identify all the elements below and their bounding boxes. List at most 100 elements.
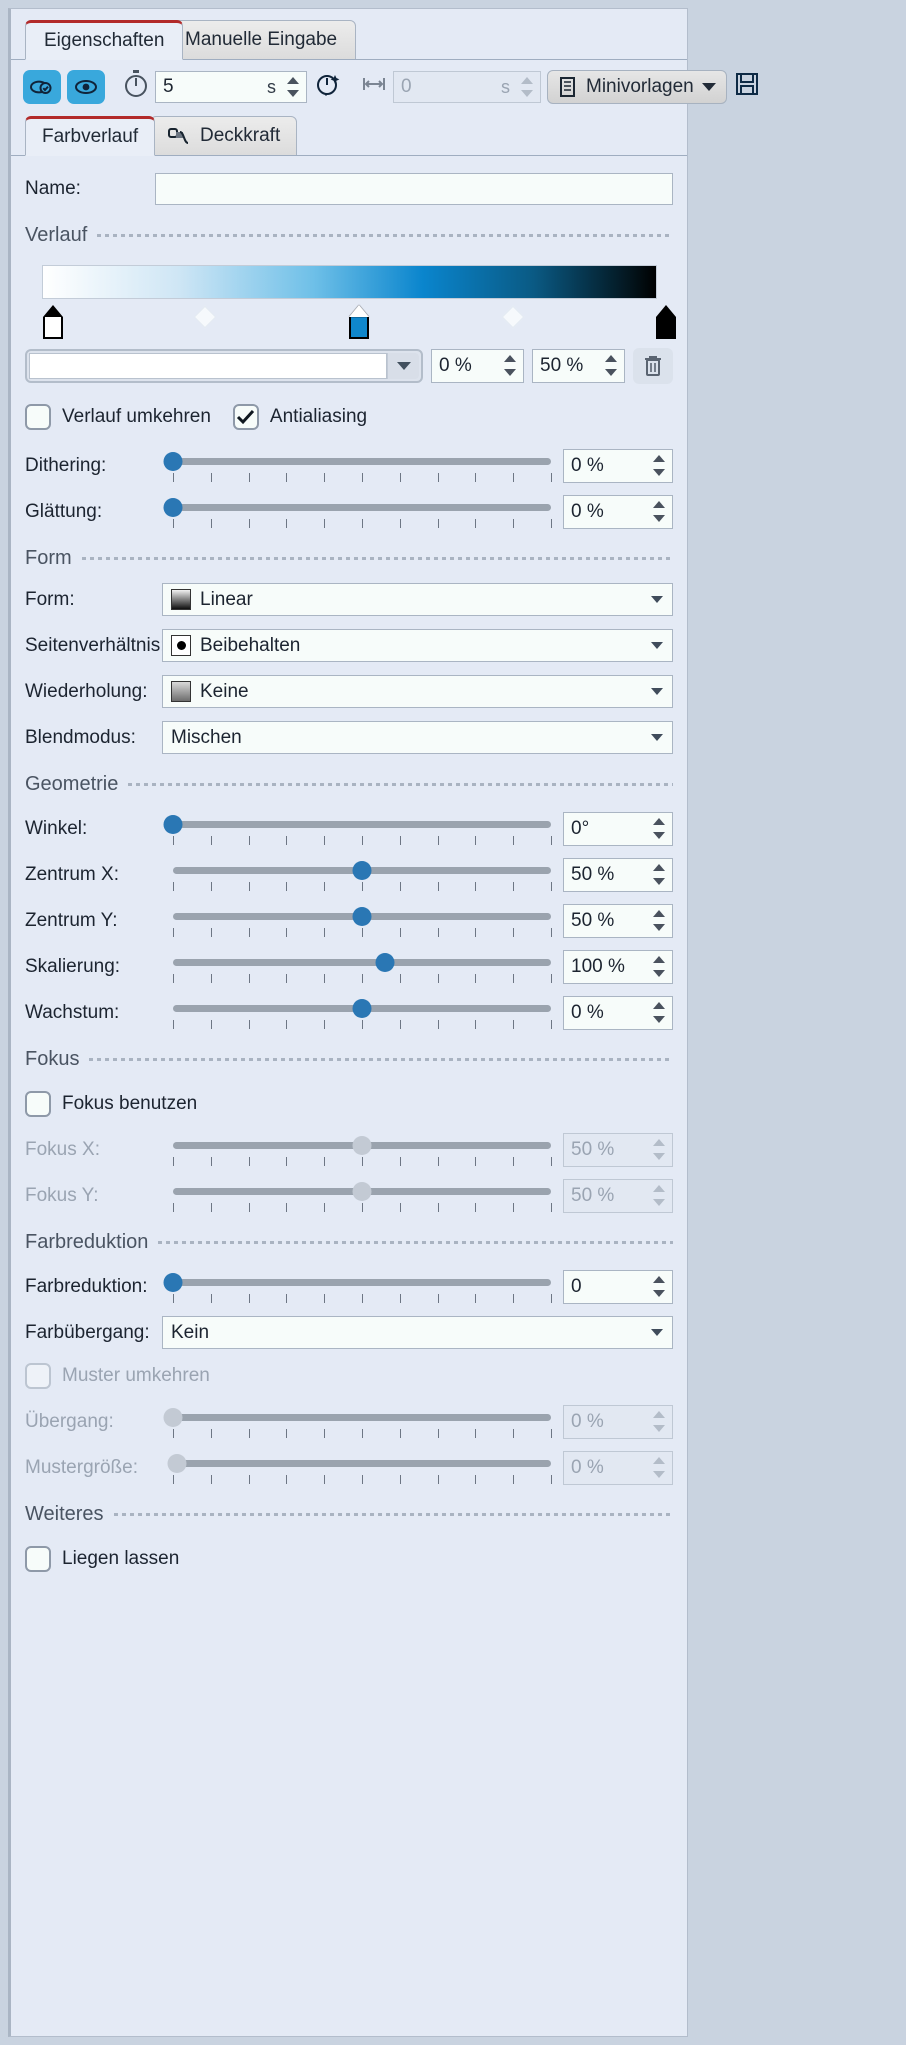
stepper-up-icon[interactable] bbox=[653, 864, 665, 871]
stepper[interactable] bbox=[651, 861, 667, 889]
stop-position-stepper[interactable] bbox=[502, 352, 518, 380]
stepper[interactable] bbox=[651, 1408, 667, 1436]
slider-knob[interactable] bbox=[353, 907, 372, 926]
chevron-down-icon[interactable] bbox=[651, 688, 663, 695]
delay-stepper[interactable] bbox=[519, 74, 535, 100]
stepper-down-icon[interactable] bbox=[521, 90, 533, 97]
slider-fokus-x-spinbox[interactable]: 50 % bbox=[563, 1133, 673, 1167]
stepper-down-icon[interactable] bbox=[653, 832, 665, 839]
duration-stepper[interactable] bbox=[285, 74, 301, 100]
slider-knob[interactable] bbox=[164, 1408, 183, 1427]
slider-glaettung-spinbox[interactable]: 0 % bbox=[563, 495, 673, 529]
checkbox-box[interactable] bbox=[25, 1363, 51, 1389]
checkbox-box[interactable] bbox=[25, 1091, 51, 1117]
stepper-down-icon[interactable] bbox=[653, 970, 665, 977]
dropdown-form[interactable]: Linear bbox=[162, 583, 673, 616]
midpoint-position-stepper[interactable] bbox=[603, 352, 619, 380]
slider-fokus-y[interactable] bbox=[173, 1179, 551, 1213]
stepper-up-icon[interactable] bbox=[653, 1139, 665, 1146]
slider-dithering[interactable] bbox=[173, 449, 551, 483]
slider-knob[interactable] bbox=[164, 815, 183, 834]
stepper-up-icon[interactable] bbox=[504, 355, 516, 362]
stepper-up-icon[interactable] bbox=[653, 455, 665, 462]
slider-skalierung[interactable] bbox=[173, 950, 551, 984]
slider-track[interactable] bbox=[173, 959, 551, 966]
slider-track[interactable] bbox=[173, 458, 551, 465]
slider-track[interactable] bbox=[173, 1414, 551, 1421]
tab-farbverlauf[interactable]: Farbverlauf bbox=[25, 116, 155, 156]
slider-fokus-y-spinbox[interactable]: 50 % bbox=[563, 1179, 673, 1213]
stepper-up-icon[interactable] bbox=[521, 77, 533, 84]
stepper[interactable] bbox=[651, 907, 667, 935]
slider-knob[interactable] bbox=[353, 999, 372, 1018]
stepper[interactable] bbox=[651, 1454, 667, 1482]
stop-color-combo-dropdown[interactable] bbox=[387, 353, 419, 379]
chevron-down-icon[interactable] bbox=[651, 1329, 663, 1336]
chevron-down-icon[interactable] bbox=[651, 642, 663, 649]
dropdown-blendmodus[interactable]: Mischen bbox=[162, 721, 673, 754]
stepper[interactable] bbox=[651, 815, 667, 843]
stepper-up-icon[interactable] bbox=[653, 1002, 665, 1009]
stepper-up-icon[interactable] bbox=[653, 910, 665, 917]
slider-wachstum[interactable] bbox=[173, 996, 551, 1030]
stepper[interactable] bbox=[651, 1136, 667, 1164]
stepper-up-icon[interactable] bbox=[653, 818, 665, 825]
checkbox-antialiasing[interactable]: Antialiasing bbox=[233, 404, 367, 430]
slider-track[interactable] bbox=[173, 1279, 551, 1286]
slider-farbreduktion-spinbox[interactable]: 0 bbox=[563, 1270, 673, 1304]
slider-knob[interactable] bbox=[353, 1136, 372, 1155]
slider-glaettung[interactable] bbox=[173, 495, 551, 529]
slider-knob[interactable] bbox=[353, 1182, 372, 1201]
name-input[interactable] bbox=[155, 173, 673, 205]
slider-zentrum-x[interactable] bbox=[173, 858, 551, 892]
slider-dithering-spinbox[interactable]: 0 % bbox=[563, 449, 673, 483]
slider-farbreduktion[interactable] bbox=[173, 1270, 551, 1304]
slider-knob[interactable] bbox=[164, 1273, 183, 1292]
chevron-down-icon[interactable] bbox=[651, 734, 663, 741]
eye-check-icon[interactable] bbox=[23, 70, 61, 104]
slider-knob[interactable] bbox=[375, 953, 394, 972]
clock-sparkle-icon[interactable] bbox=[313, 69, 343, 105]
tab-manuelle-eingabe[interactable]: Manuelle Eingabe bbox=[166, 20, 356, 60]
eye-icon[interactable] bbox=[67, 70, 105, 104]
slider-zentrum-y[interactable] bbox=[173, 904, 551, 938]
stepper-down-icon[interactable] bbox=[287, 90, 299, 97]
stepper-down-icon[interactable] bbox=[504, 369, 516, 376]
stepper-up-icon[interactable] bbox=[653, 1276, 665, 1283]
stepper-up-icon[interactable] bbox=[653, 1457, 665, 1464]
stepper-down-icon[interactable] bbox=[653, 469, 665, 476]
slider-mustergroesse-spinbox[interactable]: 0 % bbox=[563, 1451, 673, 1485]
stop-color-combo[interactable] bbox=[25, 349, 423, 383]
slider-uebergang[interactable] bbox=[173, 1405, 551, 1439]
slider-knob[interactable] bbox=[167, 1454, 186, 1473]
gradient-preview-bar[interactable] bbox=[42, 265, 657, 299]
stepper-down-icon[interactable] bbox=[653, 1471, 665, 1478]
stepper-up-icon[interactable] bbox=[653, 1185, 665, 1192]
checkbox-box[interactable] bbox=[233, 404, 259, 430]
stepper[interactable] bbox=[651, 1182, 667, 1210]
slider-knob[interactable] bbox=[353, 861, 372, 880]
gradient-editor[interactable] bbox=[25, 265, 673, 343]
midpoint-position-spinbox[interactable]: 50 % bbox=[532, 349, 625, 383]
checkbox-liegen-lassen[interactable]: Liegen lassen bbox=[25, 1546, 179, 1572]
checkbox-box[interactable] bbox=[25, 1546, 51, 1572]
slider-zentrum-x-spinbox[interactable]: 50 % bbox=[563, 858, 673, 892]
dropdown-seitenverhaeltnis[interactable]: Beibehalten bbox=[162, 629, 673, 662]
stepper[interactable] bbox=[651, 498, 667, 526]
tab-deckkraft[interactable]: Deckkraft bbox=[150, 116, 297, 156]
slider-zentrum-y-spinbox[interactable]: 50 % bbox=[563, 904, 673, 938]
slider-mustergroesse[interactable] bbox=[173, 1451, 551, 1485]
minivorlagen-button[interactable]: Minivorlagen bbox=[547, 70, 727, 104]
stepper-up-icon[interactable] bbox=[653, 956, 665, 963]
stepper-up-icon[interactable] bbox=[653, 1411, 665, 1418]
stepper-up-icon[interactable] bbox=[605, 355, 617, 362]
gradient-midpoint-1[interactable] bbox=[197, 309, 213, 325]
stepper-down-icon[interactable] bbox=[653, 515, 665, 522]
stepper-down-icon[interactable] bbox=[653, 1425, 665, 1432]
gradient-midpoint-2[interactable] bbox=[505, 309, 521, 325]
checkbox-box[interactable] bbox=[25, 404, 51, 430]
duration-spinbox[interactable]: 5 s bbox=[155, 71, 307, 103]
gradient-stop-start[interactable] bbox=[43, 305, 63, 339]
stepper[interactable] bbox=[651, 452, 667, 480]
stop-position-spinbox[interactable]: 0 % bbox=[431, 349, 524, 383]
